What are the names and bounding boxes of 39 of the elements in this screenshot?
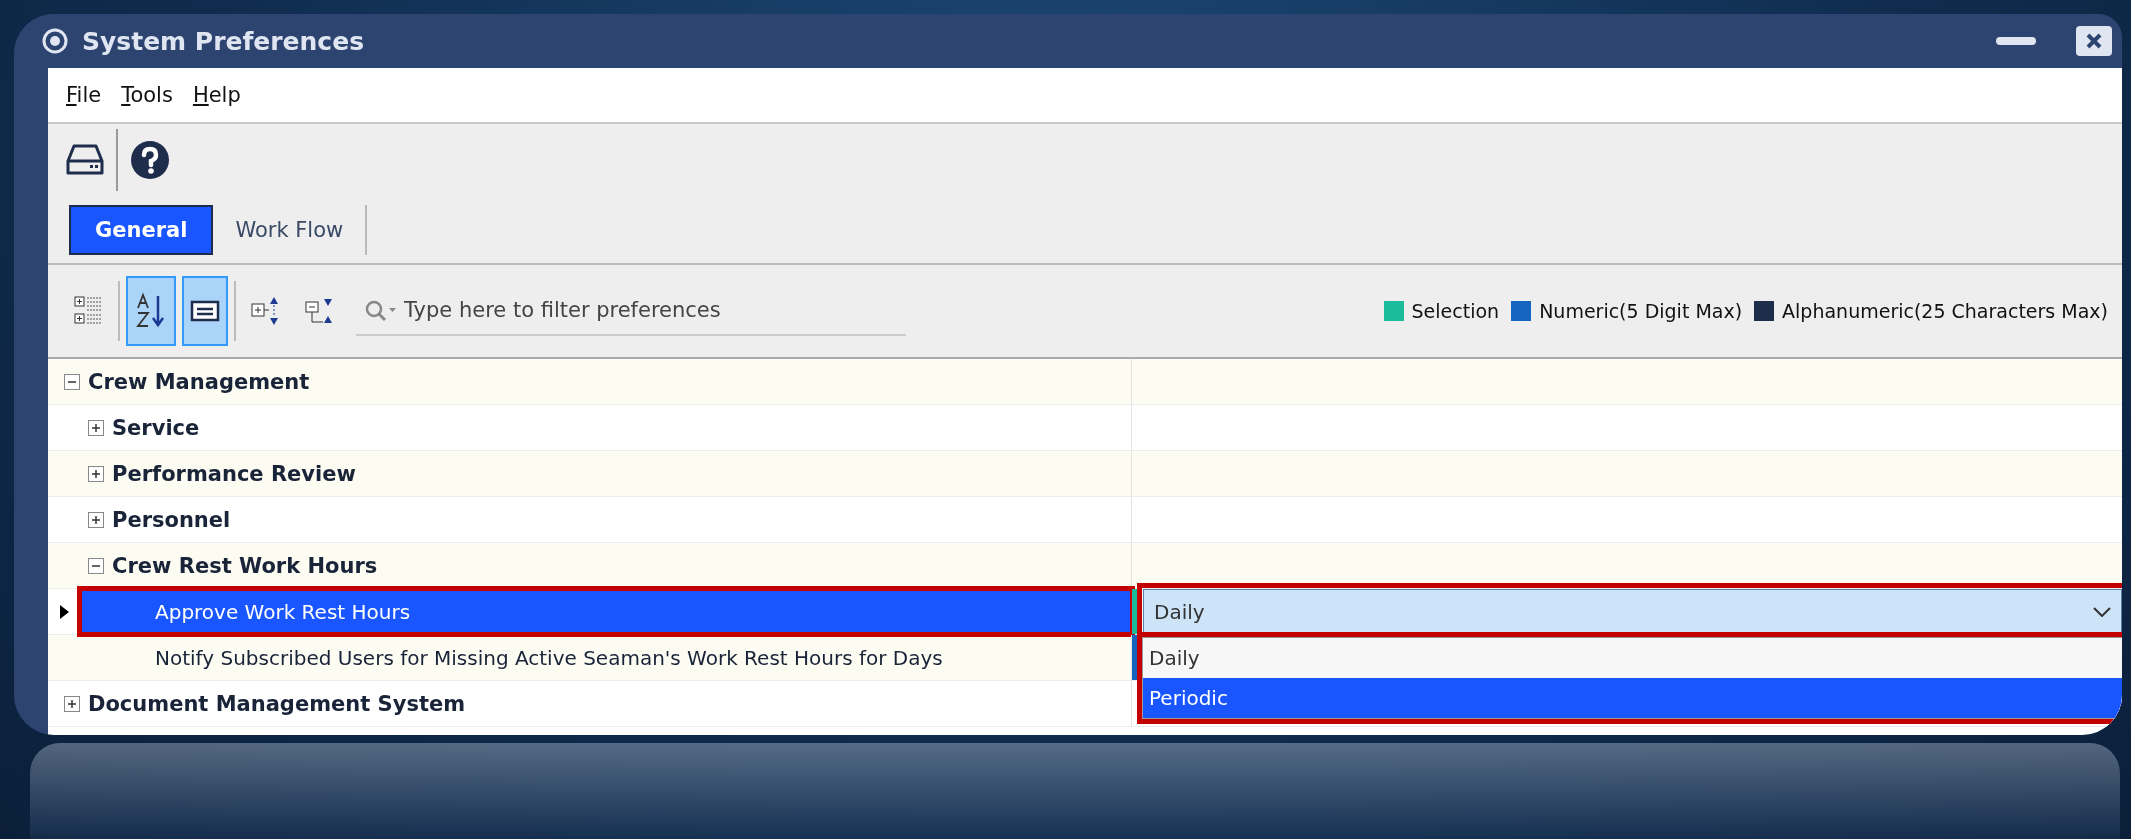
group-name: Crew Management: [88, 369, 310, 394]
group-name: Service: [112, 415, 200, 440]
drive-icon[interactable]: [66, 143, 104, 177]
group-row[interactable]: Personnel: [80, 497, 1132, 542]
description-panel-icon: [190, 300, 220, 322]
menu-item[interactable]: Help: [192, 83, 241, 107]
legend-label: Alphanumeric(25 Characters Max): [1782, 300, 2108, 322]
expand-icon[interactable]: [88, 511, 104, 528]
group-row[interactable]: Document Management System: [48, 681, 1132, 726]
filter-field[interactable]: Type here to filter preferences: [356, 286, 906, 336]
collapse-icon[interactable]: [88, 557, 104, 574]
legend-label: Numeric(5 Digit Max): [1539, 300, 1743, 322]
expand-icon[interactable]: [64, 695, 80, 712]
collapse-icon[interactable]: [64, 373, 80, 390]
tab[interactable]: Work Flow: [213, 204, 368, 255]
expand-icon[interactable]: [88, 419, 104, 436]
expand-icon[interactable]: [88, 465, 104, 482]
app-icon: [42, 28, 68, 54]
menu-item[interactable]: Tools: [121, 83, 173, 107]
tab[interactable]: General: [69, 204, 214, 255]
group-name: Crew Rest Work Hours: [112, 553, 378, 578]
menu-item[interactable]: File: [66, 83, 102, 107]
chevron-icon: [2093, 606, 2111, 617]
setting-name: Approve Work Rest Hours: [154, 599, 411, 624]
group-name: Personnel: [112, 507, 231, 532]
dropdown-option[interactable]: Daily: [1143, 638, 2122, 678]
dropdown-option[interactable]: Periodic: [1143, 678, 2122, 718]
window-title: System Preferences: [82, 26, 365, 56]
setting-name: Notify Subscribed Users for Missing Active Seaman's Work Rest Hours for Days: [154, 645, 943, 670]
minimize-button[interactable]: [1996, 36, 2036, 46]
group-row[interactable]: Service: [80, 405, 1132, 450]
description-button[interactable]: [182, 276, 228, 346]
help-icon[interactable]: [130, 140, 170, 180]
selected-setting-row[interactable]: Approve Work Rest Hours: [80, 589, 1132, 634]
legend-label: Selection: [1411, 300, 1500, 322]
close-button[interactable]: [2076, 26, 2112, 56]
alphabetical-button[interactable]: [126, 276, 176, 346]
group-name: Document Management System: [88, 691, 466, 716]
group-name: Performance Review: [112, 461, 356, 486]
